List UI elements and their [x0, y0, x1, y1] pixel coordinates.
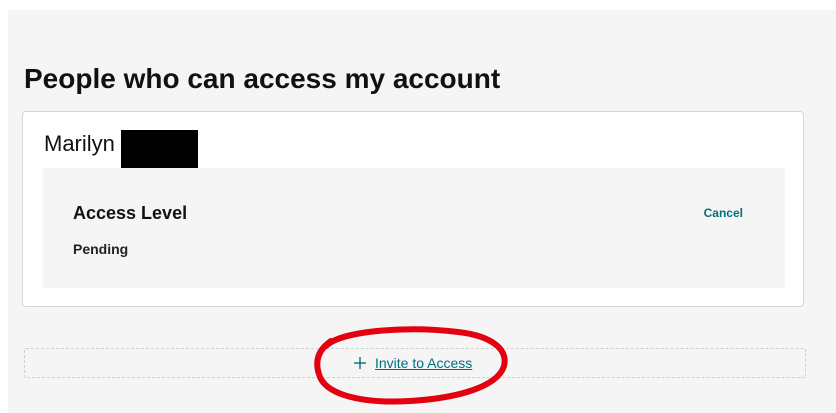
invite-to-access-label: Invite to Access: [375, 355, 473, 371]
invite-to-access-link[interactable]: Invite to Access: [353, 355, 472, 371]
person-card: Marilyn Access Level Pending Cancel: [22, 111, 804, 307]
redacted-last-name: [120, 130, 198, 170]
content-panel: People who can access my account Marilyn…: [8, 10, 836, 413]
access-status-value: Pending: [73, 241, 129, 257]
plus-icon: [354, 357, 366, 369]
access-level-label: Access Level: [73, 203, 188, 223]
invite-area: Invite to Access: [24, 348, 806, 378]
page-title: People who can access my account: [24, 63, 501, 94]
person-name-row: Marilyn: [44, 128, 198, 170]
cancel-invitation-link[interactable]: Cancel: [704, 205, 743, 221]
access-details: Access Level Pending Cancel: [43, 168, 785, 288]
person-first-name: Marilyn: [44, 131, 115, 156]
